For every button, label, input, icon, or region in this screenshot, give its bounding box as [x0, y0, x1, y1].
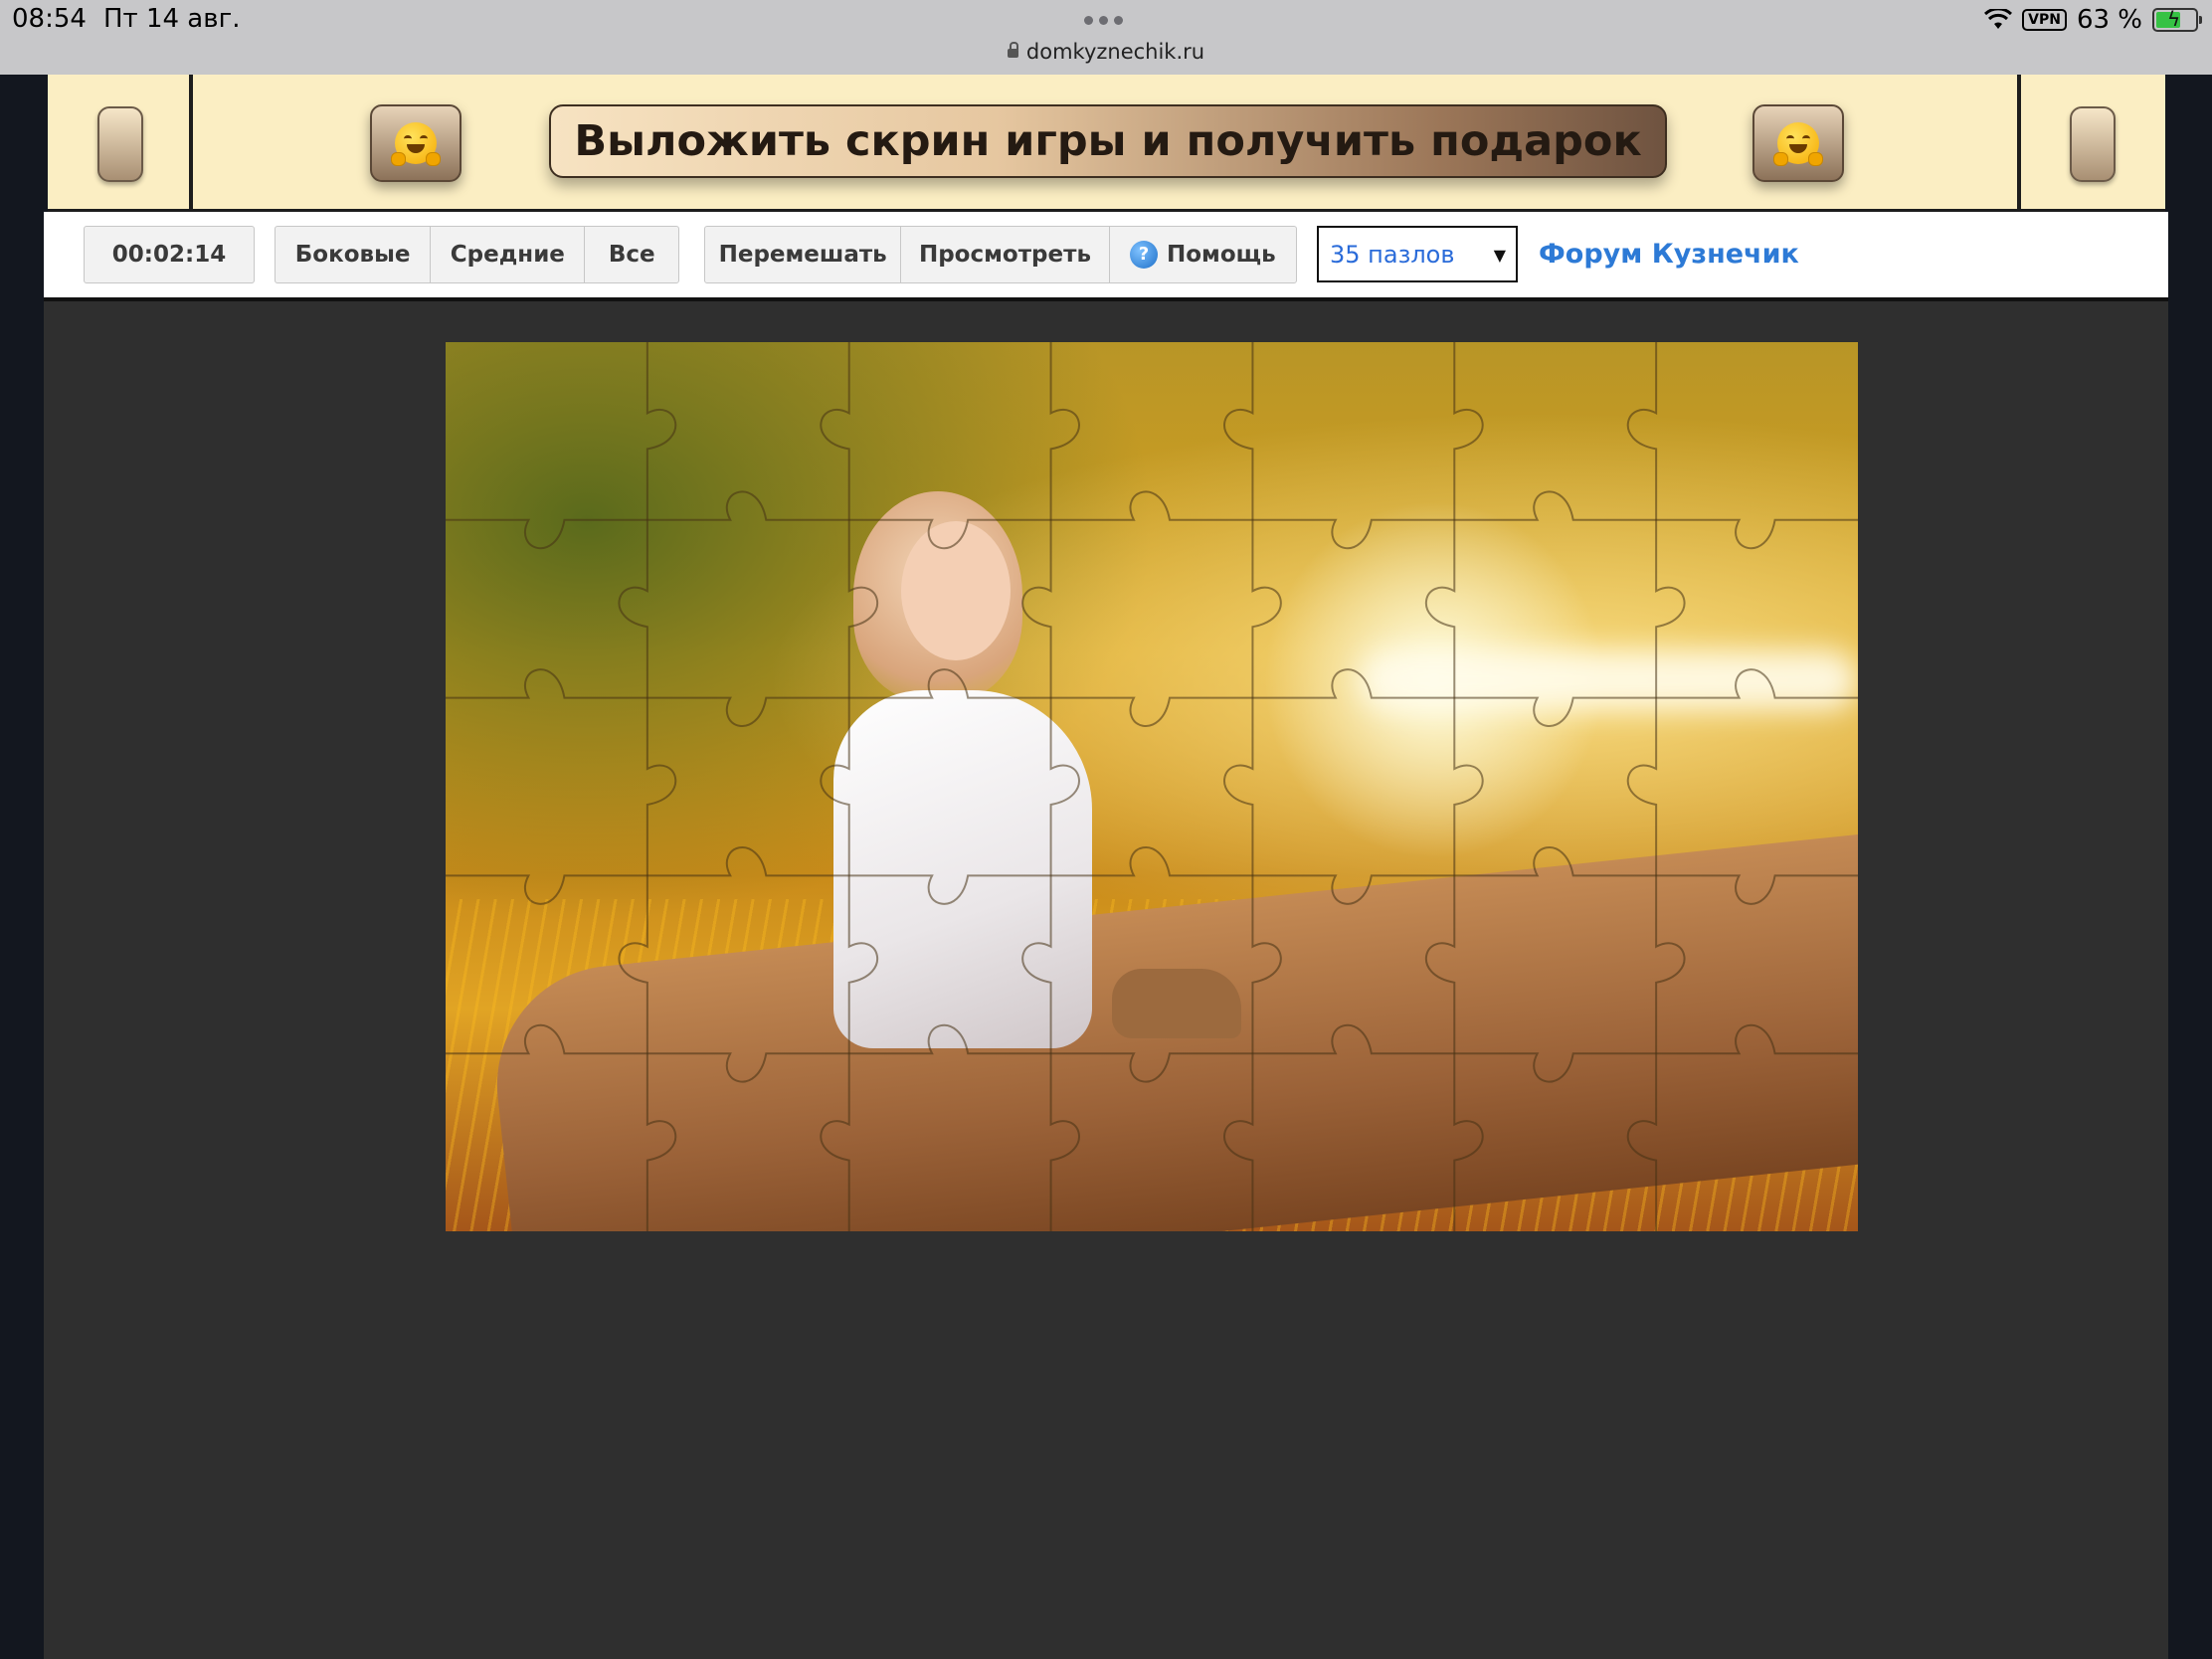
banner-divider — [189, 75, 193, 212]
clock: 08:54 — [12, 4, 87, 34]
hugging-face-icon — [1773, 122, 1823, 166]
timer-display: 00:02:14 — [84, 226, 255, 283]
puzzle-image[interactable] — [446, 342, 1858, 1231]
lock-icon — [1007, 42, 1018, 58]
piece-edge — [1223, 342, 1282, 1231]
battery-percent: 63 % — [2076, 5, 2142, 35]
edge-pieces-button[interactable]: Боковые — [276, 227, 432, 282]
date: Пт 14 авг. — [103, 4, 241, 34]
piece-edge — [446, 490, 1858, 550]
vpn-badge: VPN — [2022, 9, 2067, 31]
banner-divider — [2017, 75, 2021, 212]
piece-edge — [618, 342, 677, 1231]
pieces-count-select[interactable]: 35 пазлов ▼ — [1317, 226, 1518, 282]
multitasking-dots-icon[interactable] — [1084, 16, 1123, 25]
status-icons: VPN 63 % ϟ — [1984, 5, 2202, 35]
help-icon: ? — [1130, 241, 1158, 269]
action-group: Перемешать Просмотреть ? Помощь — [704, 226, 1297, 283]
piece-edge — [1626, 342, 1686, 1231]
promo-banner: Выложить скрин игры и получить подарок — [48, 75, 2165, 212]
puzzle-toolbar: 00:02:14 Боковые Средние Все Перемешать … — [44, 212, 2168, 301]
battery-icon: ϟ — [2152, 7, 2202, 32]
middle-pieces-button[interactable]: Средние — [431, 227, 586, 282]
help-button[interactable]: ? Помощь — [1110, 227, 1296, 282]
dropdown-arrow-icon: ▼ — [1493, 246, 1506, 265]
forum-link[interactable]: Форум Кузнечик — [1539, 239, 1799, 270]
all-pieces-button[interactable]: Все — [585, 227, 678, 282]
banner-ornament — [2070, 106, 2116, 182]
hugging-face-icon — [391, 122, 441, 166]
piece-filter-group: Боковые Средние Все — [275, 226, 679, 283]
promo-title-button[interactable]: Выложить скрин игры и получить подарок — [549, 104, 1667, 178]
preview-button[interactable]: Просмотреть — [901, 227, 1110, 282]
piece-edge — [446, 668, 1858, 727]
piece-edge — [1425, 342, 1484, 1231]
wifi-icon — [1984, 9, 2013, 29]
hugging-face-button[interactable] — [370, 104, 461, 182]
piece-edge — [820, 342, 878, 1231]
url-text: domkyznechik.ru — [1025, 40, 1205, 64]
puzzle-piece-grid[interactable] — [446, 342, 1858, 1231]
help-label: Помощь — [1167, 242, 1276, 268]
banner-ornament — [97, 106, 143, 182]
puzzle-board — [44, 301, 2168, 1659]
piece-edge — [446, 1023, 1858, 1083]
hugging-face-button[interactable] — [1752, 104, 1844, 182]
piece-edge — [1021, 342, 1080, 1231]
pieces-count-value: 35 пазлов — [1330, 240, 1455, 269]
status-bar: 08:54 Пт 14 авг. domkyznechik.ru VPN 63 … — [0, 0, 2212, 75]
shuffle-button[interactable]: Перемешать — [705, 227, 902, 282]
piece-edge — [446, 846, 1858, 905]
address-bar[interactable]: domkyznechik.ru — [0, 40, 2212, 64]
